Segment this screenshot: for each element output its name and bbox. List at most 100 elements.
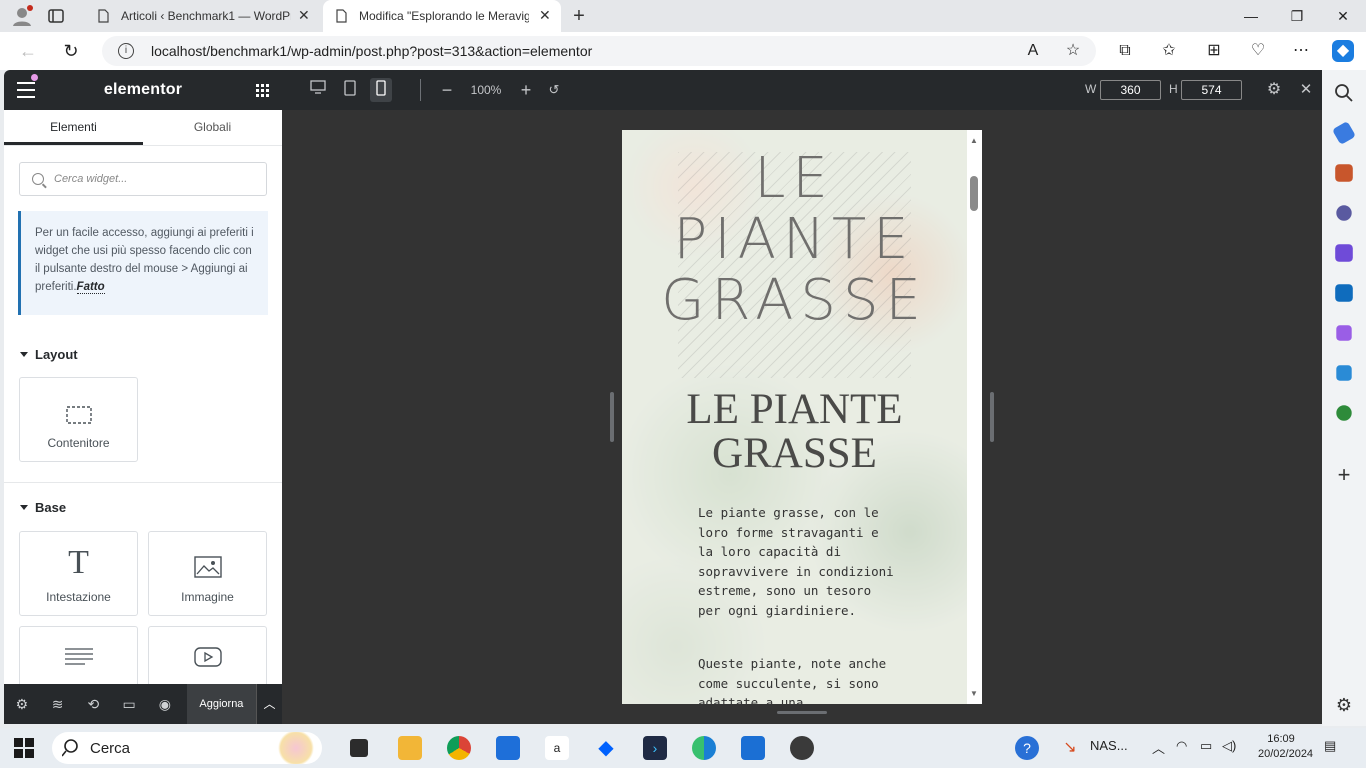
store-icon[interactable] xyxy=(496,736,520,760)
outlook-icon[interactable] xyxy=(1335,284,1353,302)
update-button[interactable]: Aggiorna xyxy=(186,684,257,724)
battery-icon[interactable]: ▭ xyxy=(1200,738,1212,754)
tab-modifica[interactable]: Modifica "Esplorando le Meravig ✕ xyxy=(323,0,561,32)
telegram-icon[interactable] xyxy=(1336,365,1352,381)
tab-globali[interactable]: Globali xyxy=(143,110,282,145)
clock[interactable]: 16:09 20/02/2024 xyxy=(1258,732,1313,762)
url-field[interactable]: i localhost/benchmark1/wp-admin/post.php… xyxy=(102,36,1096,66)
windows-start-icon[interactable] xyxy=(13,737,35,759)
zoom-level: 100% xyxy=(470,83,502,97)
chevron-up-icon[interactable]: ︿ xyxy=(1152,738,1165,757)
new-tab-button[interactable]: + xyxy=(568,5,590,27)
notifications-icon[interactable]: ▤ xyxy=(1324,738,1336,754)
chevron-up-icon[interactable]: ︿ xyxy=(256,684,282,724)
designer-icon[interactable] xyxy=(1336,325,1352,341)
games-icon[interactable] xyxy=(1336,205,1352,221)
section-base[interactable]: Base xyxy=(4,500,66,515)
reset-zoom-icon[interactable]: ↺ xyxy=(544,80,564,100)
github-desktop-icon[interactable] xyxy=(790,736,814,760)
nas-label[interactable]: NAS... xyxy=(1090,738,1128,753)
settings-icon[interactable]: ⚙ xyxy=(4,684,40,724)
shopping-icon[interactable] xyxy=(1331,120,1357,146)
scroll-down-arrow[interactable]: ▼ xyxy=(970,689,978,698)
widget-container[interactable]: Contenitore xyxy=(19,377,138,462)
favorite-star-icon[interactable]: ☆ xyxy=(1062,40,1084,62)
desktop-icon[interactable] xyxy=(308,80,328,100)
more-menu-icon[interactable]: ⋯ xyxy=(1290,40,1312,62)
back-icon[interactable]: ← xyxy=(17,40,39,62)
dropbox-icon[interactable]: ◆ xyxy=(594,736,618,760)
resize-handle-bottom[interactable] xyxy=(777,711,827,714)
profile-icon[interactable] xyxy=(10,4,34,28)
title-heading[interactable]: LE PIANTE GRASSE xyxy=(622,148,967,331)
subtitle-heading[interactable]: LE PIANTE GRASSE xyxy=(622,388,967,476)
paragraph-2[interactable]: Queste piante, note anche come succulent… xyxy=(698,654,898,704)
tip-done-link[interactable]: Fatto xyxy=(76,281,105,294)
stock-icon[interactable]: ↘ xyxy=(1058,736,1082,760)
section-layout[interactable]: Layout xyxy=(4,347,282,362)
settings-icon[interactable]: ⚙ xyxy=(1264,80,1284,100)
add-icon[interactable]: + xyxy=(1333,464,1355,487)
refresh-icon[interactable]: ↻ xyxy=(60,40,82,62)
tab-actions-icon[interactable] xyxy=(44,4,68,28)
taskbar-search[interactable]: Cerca xyxy=(52,732,322,764)
task-view-icon[interactable] xyxy=(350,739,368,757)
close-tab-icon[interactable]: ✕ xyxy=(298,8,312,22)
mail-icon[interactable] xyxy=(741,736,765,760)
info-icon[interactable]: i xyxy=(118,43,134,59)
favorites-icon[interactable]: ✩ xyxy=(1158,40,1180,62)
paragraph-1[interactable]: Le piante grasse, con le loro forme stra… xyxy=(698,503,898,620)
height-input[interactable]: 574 xyxy=(1181,80,1242,100)
tools-icon[interactable] xyxy=(1335,164,1353,182)
chrome-icon[interactable] xyxy=(447,736,471,760)
zoom-in-icon[interactable]: + xyxy=(516,80,536,100)
widget-heading[interactable]: T Intestazione xyxy=(19,531,138,616)
widget-search-input[interactable]: Cerca widget... xyxy=(19,162,267,196)
performance-icon[interactable]: ♡ xyxy=(1247,40,1269,62)
text-editor-icon xyxy=(20,627,137,677)
file-explorer-icon[interactable] xyxy=(398,736,422,760)
responsive-mode-icon[interactable]: ▭ xyxy=(111,684,147,724)
search-placeholder[interactable]: Cerca widget... xyxy=(54,173,127,185)
width-input[interactable]: 360 xyxy=(1100,80,1161,100)
scroll-up-arrow[interactable]: ▲ xyxy=(970,136,978,145)
collections-icon[interactable]: ⊞ xyxy=(1203,40,1225,62)
restore-icon[interactable]: ❐ xyxy=(1284,4,1310,28)
search-icon[interactable] xyxy=(1333,82,1355,104)
tablet-icon[interactable] xyxy=(340,80,360,100)
zoom-out-icon[interactable]: − xyxy=(437,80,457,100)
amazon-icon[interactable]: a xyxy=(545,736,569,760)
scrollbar-thumb[interactable] xyxy=(970,176,978,211)
close-icon[interactable]: ✕ xyxy=(1296,80,1316,100)
container-icon xyxy=(20,378,137,428)
read-aloud-icon[interactable]: A xyxy=(1022,40,1044,62)
preview-eye-icon[interactable]: ◉ xyxy=(147,684,183,724)
powershell-icon[interactable]: › xyxy=(643,736,667,760)
widgets-grid-icon[interactable] xyxy=(256,84,269,97)
close-tab-icon[interactable]: ✕ xyxy=(539,8,553,22)
edge-icon[interactable] xyxy=(692,736,716,760)
mobile-icon[interactable] xyxy=(370,78,392,102)
search-icon xyxy=(32,173,44,185)
preview-scrollbar[interactable]: ▲ ▼ xyxy=(967,130,982,704)
minimize-icon[interactable]: — xyxy=(1238,4,1264,28)
resize-handle-right[interactable] xyxy=(990,392,994,442)
copilot-icon[interactable]: ◆ xyxy=(1332,40,1354,62)
time: 16:09 xyxy=(1267,733,1295,745)
history-icon[interactable]: ⟲ xyxy=(75,684,111,724)
close-window-icon[interactable]: ✕ xyxy=(1330,4,1356,28)
resize-handle-left[interactable] xyxy=(610,392,614,442)
microsoft365-icon[interactable] xyxy=(1335,244,1353,262)
tab-articoli[interactable]: Articoli ‹ Benchmark1 — WordPr ✕ xyxy=(85,0,320,32)
tab-elementi[interactable]: Elementi xyxy=(4,110,143,145)
tree-icon[interactable] xyxy=(1336,405,1352,421)
settings-icon[interactable]: ⚙ xyxy=(1333,694,1355,716)
volume-icon[interactable]: ◁) xyxy=(1222,738,1236,754)
help-icon[interactable]: ? xyxy=(1015,736,1039,760)
widget-image[interactable]: Immagine xyxy=(148,531,267,616)
page-icon xyxy=(336,9,347,23)
url-text[interactable]: localhost/benchmark1/wp-admin/post.php?p… xyxy=(151,43,592,59)
navigator-icon[interactable]: ≋ xyxy=(40,684,76,724)
wifi-icon[interactable]: ◠ xyxy=(1176,738,1187,754)
split-screen-icon[interactable]: ⧉ xyxy=(1114,40,1136,62)
